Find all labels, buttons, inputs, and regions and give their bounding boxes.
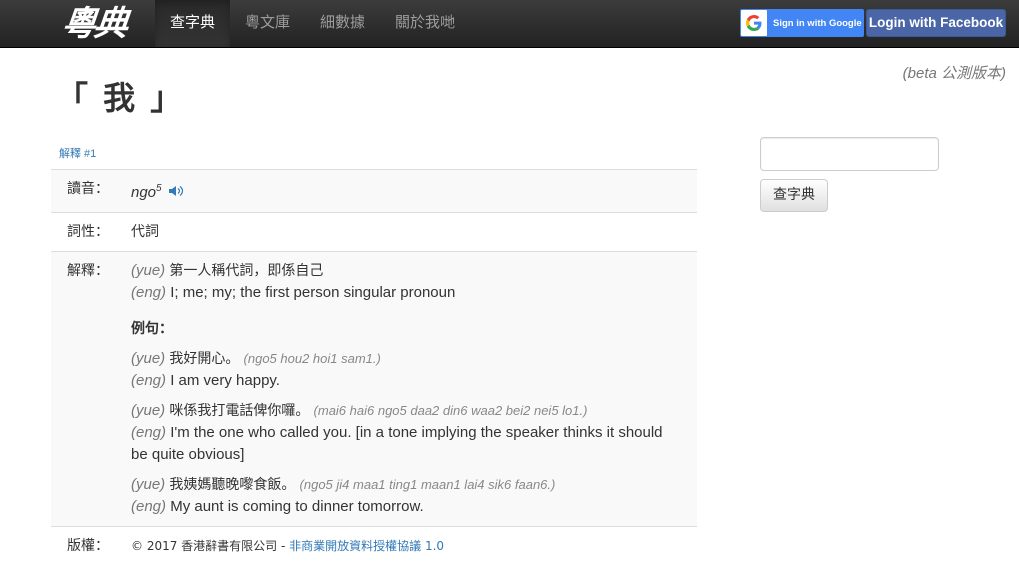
- google-icon: [741, 10, 767, 36]
- entry-table: 讀音： ngo5 詞性： 代詞 解釋： (yue) 第一人稱代詞，即係自己 (e…: [51, 169, 697, 564]
- search-input[interactable]: [760, 137, 939, 171]
- example-item: (yue) 我好開心。 (ngo5 hou2 hoi1 sam1.) (eng)…: [131, 348, 679, 392]
- definition-eng-line: (eng) I; me; my; the first person singul…: [131, 282, 679, 304]
- copyright-label: 版權：: [67, 538, 109, 555]
- example-yue-text: 我姨媽聽晚嚟食飯。: [169, 477, 296, 494]
- example-eng-text: I'm the one who called you. [in a tone i…: [131, 424, 663, 464]
- example-jyutping: (ngo5 ji4 maa1 ting1 maan1 lai4 sik6 faa…: [299, 477, 556, 493]
- nav-item-about[interactable]: 關於我哋: [380, 0, 470, 47]
- pos-label: 詞性：: [67, 224, 109, 241]
- table-row-pronunciation: 讀音： ngo5: [51, 169, 697, 213]
- definition-eng-text: I; me; my; the first person singular pro…: [170, 284, 456, 302]
- eng-tag: (eng): [131, 284, 167, 302]
- example-item: (yue) 咪係我打電話俾你囉。 (mai6 hai6 ngo5 daa2 di…: [131, 400, 679, 466]
- copyright-text: © 2017 香港辭書有限公司 -: [131, 539, 290, 554]
- pos-value: 代詞: [131, 224, 159, 241]
- nav-item-data[interactable]: 細數據: [305, 0, 380, 47]
- table-row-part-of-speech: 詞性： 代詞: [51, 212, 697, 251]
- beta-note: (beta 公測版本): [902, 65, 1006, 82]
- jyutping-base: ngo: [131, 184, 157, 201]
- example-jyutping: (mai6 hai6 ngo5 daa2 din6 waa2 bei2 nei5…: [313, 403, 588, 419]
- facebook-login-button[interactable]: Login with Facebook: [866, 9, 1006, 37]
- pronunciation-value: ngo5: [131, 170, 697, 212]
- definition-label: 解釋：: [67, 263, 109, 280]
- example-eng-text: My aunt is coming to dinner tomorrow.: [170, 498, 424, 516]
- pronunciation-label: 讀音：: [67, 181, 109, 197]
- definition-yue-text: 第一人稱代詞，即係自己: [169, 263, 324, 280]
- brand-logo-text: 粵典: [59, 4, 129, 44]
- table-row-definition: 解釋： (yue) 第一人稱代詞，即係自己 (eng) I; me; my; t…: [51, 251, 697, 527]
- nav-item-corpus[interactable]: 粵文庫: [230, 0, 305, 47]
- yue-tag: (yue): [131, 476, 166, 494]
- yue-tag: (yue): [131, 402, 166, 420]
- table-row-copyright: 版權： © 2017 香港辭書有限公司 - 非商業開放資料授權協議 1.0: [51, 526, 697, 564]
- google-signin-button[interactable]: Sign in with Google: [740, 9, 864, 37]
- example-jyutping: (ngo5 hou2 hoi1 sam1.): [243, 351, 381, 367]
- license-link[interactable]: 非商業開放資料授權協議 1.0: [289, 539, 444, 553]
- yue-tag: (yue): [131, 350, 166, 368]
- main-nav: 查字典 粵文庫 細數據 關於我哋: [155, 0, 470, 47]
- nav-item-dictionary[interactable]: 查字典: [155, 0, 231, 47]
- top-navbar: 粵典 查字典 粵文庫 細數據 關於我哋 Sign in with Google …: [0, 0, 1019, 48]
- eng-tag: (eng): [131, 372, 167, 390]
- page-title: 「 我 」: [56, 79, 185, 117]
- google-signin-label: Sign in with Google: [773, 17, 862, 29]
- examples-heading: 例句：: [131, 321, 173, 338]
- speaker-icon[interactable]: [168, 182, 184, 204]
- copyright-value: © 2017 香港辭書有限公司 - 非商業開放資料授權協議 1.0: [131, 527, 697, 564]
- example-item: (yue) 我姨媽聽晚嚟食飯。 (ngo5 ji4 maa1 ting1 maa…: [131, 474, 679, 518]
- definition-value: (yue) 第一人稱代詞，即係自己 (eng) I; me; my; the f…: [131, 252, 697, 526]
- example-yue-text: 咪係我打電話俾你囉。: [169, 403, 310, 420]
- brand-logo[interactable]: 粵典: [59, 2, 142, 46]
- example-yue-text: 我好開心。: [169, 351, 240, 368]
- jyutping-tone: 5: [156, 183, 162, 194]
- meaning-anchor-link[interactable]: 解釋 #1: [59, 145, 96, 161]
- example-eng-text: I am very happy.: [170, 372, 280, 390]
- eng-tag: (eng): [131, 498, 167, 516]
- yue-tag: (yue): [131, 262, 166, 280]
- definition-yue-line: (yue) 第一人稱代詞，即係自己: [131, 260, 679, 282]
- eng-tag: (eng): [131, 424, 167, 442]
- jyutping-text: ngo5: [131, 183, 162, 201]
- search-button[interactable]: 查字典: [760, 179, 828, 212]
